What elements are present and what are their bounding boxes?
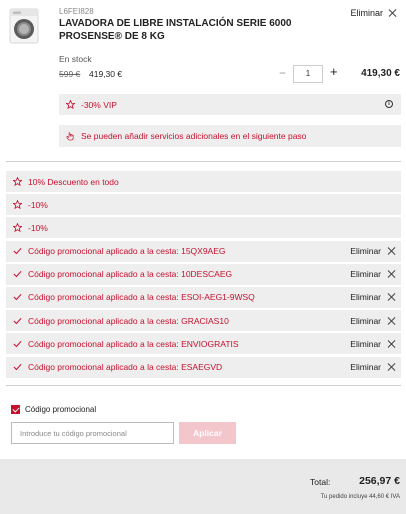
close-icon [387,340,395,348]
divider [6,161,401,162]
apply-promo-button[interactable]: Aplicar [179,422,236,444]
close-icon [387,247,395,255]
discount-row: -10% [6,194,401,216]
washing-machine-image[interactable] [9,8,39,44]
remove-promo-button[interactable]: Eliminar [350,264,395,285]
discount-label: -10% [28,222,48,233]
discount-row: 10% Descuento en todo [6,171,401,192]
close-icon [387,270,395,278]
discount-label: Código promocional aplicado a la cesta: … [28,269,233,280]
discount-label: 10% Descuento en todo [28,176,119,187]
remove-promo-button[interactable]: Eliminar [350,241,395,262]
product-sku: L6FEI828 [59,7,94,16]
close-icon [387,293,395,301]
discount-label: Código promocional aplicado a la cesta: … [28,292,255,303]
totals-section: Total: 256,97 € Tu pedido incluye 44,60 … [0,459,406,514]
applied-promo-row: Código promocional aplicado a la cesta: … [6,356,401,378]
remove-promo-button[interactable]: Eliminar [350,333,395,354]
increase-quantity-button[interactable]: + [330,64,338,79]
discount-row: -10% [6,217,401,239]
applied-promo-row: Código promocional aplicado a la cesta: … [6,333,401,355]
star-icon [66,100,75,109]
check-icon [12,340,22,348]
stock-status: En stock [59,54,92,64]
remove-label: Eliminar [350,315,381,326]
check-icon [12,293,22,301]
promo-code-toggle[interactable]: Código promocional [11,405,96,414]
vip-discount-row: -30% VIP i [59,94,401,115]
remove-promo-button[interactable]: Eliminar [350,287,395,308]
remove-label: Eliminar [350,246,381,257]
total-value: 256,97 € [359,475,400,487]
star-icon [12,200,22,210]
product-name[interactable]: LAVADORA DE LIBRE INSTALACIÓN SERIE 6000… [59,18,309,43]
close-icon [387,363,395,371]
star-icon [12,177,22,186]
new-price: 419,30 € [89,69,123,79]
discount-label: Código promocional aplicado a la cesta: … [28,362,223,372]
remove-promo-button[interactable]: Eliminar [350,357,395,378]
remove-label: Eliminar [350,8,383,18]
promo-code-input[interactable] [11,422,174,444]
remove-label: Eliminar [350,292,381,303]
discount-list: 10% Descuento en todo -10% -10% Código prom… [6,171,401,380]
remove-label: Eliminar [350,338,381,349]
check-icon [12,270,22,278]
check-icon [12,247,22,255]
services-note: Se pueden añadir servicios adicionales e… [59,125,401,147]
remove-label: Eliminar [350,269,381,280]
close-icon [387,317,395,325]
close-icon [388,9,396,17]
applied-promo-row: Código promocional aplicado a la cesta: … [6,263,401,285]
discount-label: Código promocional aplicado a la cesta: … [28,338,239,349]
star-icon [12,223,22,233]
promo-checkbox-label: Código promocional [25,405,97,414]
check-icon [12,363,22,371]
quantity-field[interactable]: 1 [293,65,323,83]
services-note-text: Se pueden añadir servicios adicionales e… [81,131,307,141]
applied-promo-row: Código promocional aplicado a la cesta: … [6,240,401,262]
check-icon [12,317,22,325]
line-total: 419,30 € [361,68,400,79]
discount-label: -10% [28,199,48,210]
remove-label: Eliminar [350,362,381,372]
applied-promo-row: Código promocional aplicado a la cesta: … [6,310,401,332]
total-label: Total: [310,477,331,487]
discount-label: Código promocional aplicado a la cesta: … [28,315,229,326]
vip-label: -30% VIP [81,99,117,110]
discount-label: Código promocional aplicado a la cesta: … [28,246,226,257]
divider [6,385,401,386]
cart-product: L6FEI828 LAVADORA DE LIBRE INSTALACIÓN S… [0,0,406,160]
decrease-quantity-button[interactable]: − [279,66,286,80]
hand-pointer-icon [66,131,74,141]
remove-product-button[interactable]: Eliminar [350,8,396,18]
promo-checkbox[interactable] [11,405,20,414]
info-icon[interactable]: i [385,100,393,108]
remove-promo-button[interactable]: Eliminar [350,310,395,331]
iva-note: Tu pedido incluye 44,60 € IVA [320,494,400,500]
applied-promo-row: Código promocional aplicado a la cesta: … [6,286,401,308]
old-price: 599 € [59,69,81,79]
